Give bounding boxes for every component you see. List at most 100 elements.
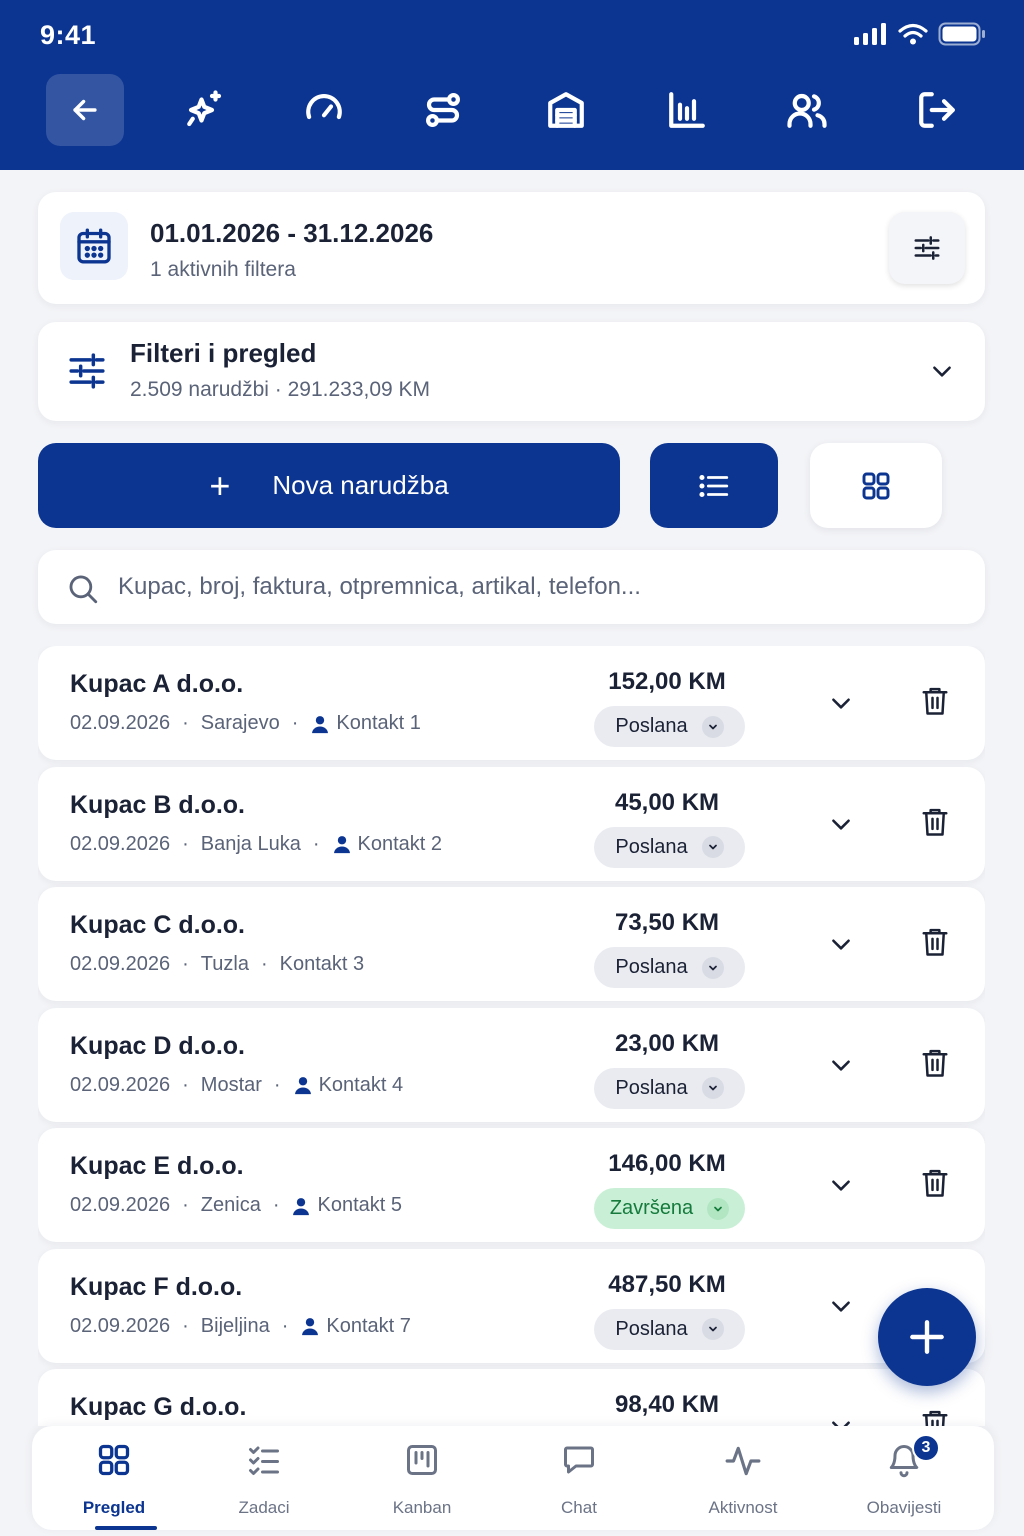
sparkles-icon bbox=[187, 90, 222, 127]
status-dropdown[interactable]: Završena bbox=[594, 1188, 745, 1229]
order-contact: Kontakt 7 bbox=[300, 1315, 411, 1338]
order-city: Banja Luka bbox=[200, 832, 301, 855]
trash-icon[interactable] bbox=[920, 1166, 950, 1205]
warehouse-icon bbox=[548, 92, 584, 128]
status-dropdown[interactable]: Poslana bbox=[594, 1308, 745, 1350]
expand-chevron-icon[interactable] bbox=[828, 931, 854, 962]
warehouse-button[interactable] bbox=[527, 74, 605, 146]
orders-list: Kupac A d.o.o. 02.09.2026 · Sarajevo · Kontak… bbox=[38, 646, 985, 1426]
calendar-icon bbox=[77, 228, 111, 264]
ai-button[interactable] bbox=[166, 74, 244, 146]
route-icon bbox=[426, 93, 460, 127]
customer-name: Kupac B d.o.o. bbox=[70, 790, 245, 819]
nav-label: Obavijesti bbox=[866, 1498, 942, 1517]
order-meta: 02.09.2026 · Zenica · Kontakt 5 bbox=[70, 1194, 402, 1217]
trash-icon[interactable] bbox=[920, 1407, 950, 1426]
plus-icon: + bbox=[209, 464, 231, 506]
order-row[interactable]: Kupac G d.o.o. 98,40 KM bbox=[38, 1369, 985, 1426]
dashboard-button[interactable] bbox=[285, 74, 363, 146]
top-toolbar bbox=[0, 72, 1024, 148]
search-input[interactable] bbox=[118, 550, 958, 624]
status-dropdown[interactable]: Poslana bbox=[594, 826, 745, 868]
status-label: Poslana bbox=[615, 715, 688, 737]
order-row[interactable]: Kupac D d.o.o. 02.09.2026 · Mostar · Kontakt … bbox=[38, 1007, 985, 1122]
order-meta: 02.09.2026 · Tuzla · Kontakt 3 bbox=[70, 953, 365, 976]
person-icon bbox=[294, 1077, 311, 1095]
order-row[interactable]: Kupac B d.o.o. 02.09.2026 · Banja Luka · Kont… bbox=[38, 766, 985, 881]
trash-icon[interactable] bbox=[920, 805, 950, 844]
date-range-card[interactable]: 01.01.2026 - 31.12.2026 1 aktivnih filte… bbox=[38, 192, 985, 304]
expand-chevron-icon[interactable] bbox=[828, 1293, 854, 1324]
list-view-button[interactable] bbox=[650, 443, 778, 528]
order-row[interactable]: Kupac A d.o.o. 02.09.2026 · Sarajevo · Kontak… bbox=[38, 646, 985, 760]
contact-name: Kontakt 7 bbox=[326, 1314, 411, 1337]
status-dropdown[interactable]: Poslana bbox=[594, 947, 745, 988]
order-meta: 02.09.2026 · Sarajevo · Kontakt 1 bbox=[70, 712, 421, 734]
order-amount: 23,00 KM bbox=[614, 1029, 720, 1057]
nav-item-pregled[interactable]: Pregled bbox=[44, 1426, 184, 1530]
nav-item-zadaci[interactable]: Zadaci bbox=[194, 1426, 334, 1530]
kanban-icon bbox=[407, 1445, 437, 1475]
customer-name: Kupac E d.o.o. bbox=[70, 1152, 244, 1180]
nav-item-kanban[interactable]: Kanban bbox=[352, 1426, 492, 1530]
expand-chevron-icon[interactable] bbox=[828, 1172, 854, 1203]
gauge-icon bbox=[306, 94, 342, 120]
order-row[interactable]: Kupac C d.o.o. 02.09.2026 · Tuzla · Kontakt 3… bbox=[38, 887, 985, 1001]
filter-settings-button[interactable] bbox=[889, 212, 965, 284]
status-label: Poslana bbox=[615, 1317, 688, 1340]
customer-name: Kupac G d.o.o. bbox=[70, 1393, 247, 1421]
bar-chart-icon bbox=[669, 92, 705, 128]
order-row[interactable]: Kupac E d.o.o. 02.09.2026 · Zenica · Kontakt … bbox=[38, 1128, 985, 1242]
chevron-down-icon[interactable] bbox=[929, 358, 955, 389]
contact-name: Kontakt 5 bbox=[317, 1194, 402, 1216]
status-dropdown[interactable]: Poslana bbox=[594, 1067, 745, 1109]
order-date: 02.09.2026 bbox=[70, 1073, 171, 1096]
expand-chevron-icon[interactable] bbox=[828, 1413, 854, 1426]
new-order-label: Nova narudžba bbox=[272, 470, 449, 500]
reports-button[interactable] bbox=[648, 74, 726, 146]
nav-item-aktivnost[interactable]: Aktivnost bbox=[673, 1426, 813, 1530]
order-amount: 98,40 KM bbox=[614, 1391, 720, 1418]
order-amount: 45,00 KM bbox=[614, 788, 720, 816]
new-order-button[interactable]: + Nova narudžba bbox=[38, 443, 620, 528]
nav-item-obavijesti[interactable]: 3 Obavijesti bbox=[834, 1426, 974, 1530]
status-label: Poslana bbox=[615, 1076, 688, 1099]
trash-icon[interactable] bbox=[920, 1046, 950, 1085]
filters-overview-card[interactable]: Filteri i pregled 2.509 narudžbi · 291.2… bbox=[38, 322, 985, 421]
grid-icon bbox=[862, 472, 890, 499]
chevron-down-icon bbox=[701, 1077, 724, 1099]
nav-label: Pregled bbox=[82, 1498, 146, 1517]
expand-chevron-icon[interactable] bbox=[828, 690, 854, 721]
expand-chevron-icon[interactable] bbox=[828, 1052, 854, 1083]
chevron-down-icon bbox=[701, 836, 724, 858]
active-filters-count: 1 aktivnih filtera bbox=[150, 258, 296, 281]
trash-icon[interactable] bbox=[920, 925, 950, 964]
users-button[interactable] bbox=[768, 74, 846, 146]
filters-title: Filteri i pregled bbox=[130, 338, 317, 368]
routes-button[interactable] bbox=[404, 74, 482, 146]
add-order-fab[interactable] bbox=[878, 1288, 976, 1386]
status-label: Poslana bbox=[615, 835, 688, 858]
nav-item-chat[interactable]: Chat bbox=[509, 1426, 649, 1530]
customer-name: Kupac F d.o.o. bbox=[70, 1272, 243, 1301]
order-meta: 02.09.2026 · Bijeljina · Kontakt 7 bbox=[70, 1314, 411, 1338]
order-contact: Kontakt 3 bbox=[280, 953, 365, 976]
logout-button[interactable] bbox=[898, 74, 976, 146]
back-button[interactable] bbox=[46, 74, 124, 146]
contact-name: Kontakt 4 bbox=[318, 1073, 404, 1096]
order-contact: Kontakt 5 bbox=[291, 1194, 402, 1217]
order-date: 02.09.2026 bbox=[70, 1194, 171, 1216]
battery-icon bbox=[938, 22, 985, 46]
status-label: Poslana bbox=[615, 956, 688, 978]
trash-icon[interactable] bbox=[920, 684, 950, 723]
expand-chevron-icon[interactable] bbox=[828, 811, 854, 842]
order-contact: Kontakt 4 bbox=[293, 1073, 404, 1097]
person-icon bbox=[302, 1318, 319, 1336]
status-dropdown[interactable]: Poslana bbox=[594, 706, 745, 747]
order-row[interactable]: Kupac F d.o.o. 02.09.2026 · Bijeljina · Konta… bbox=[38, 1248, 985, 1363]
nav-label: Chat bbox=[561, 1498, 597, 1517]
order-date: 02.09.2026 bbox=[70, 712, 171, 734]
grid-view-button[interactable] bbox=[810, 443, 942, 528]
search-bar bbox=[38, 550, 985, 624]
person-icon bbox=[312, 715, 329, 733]
